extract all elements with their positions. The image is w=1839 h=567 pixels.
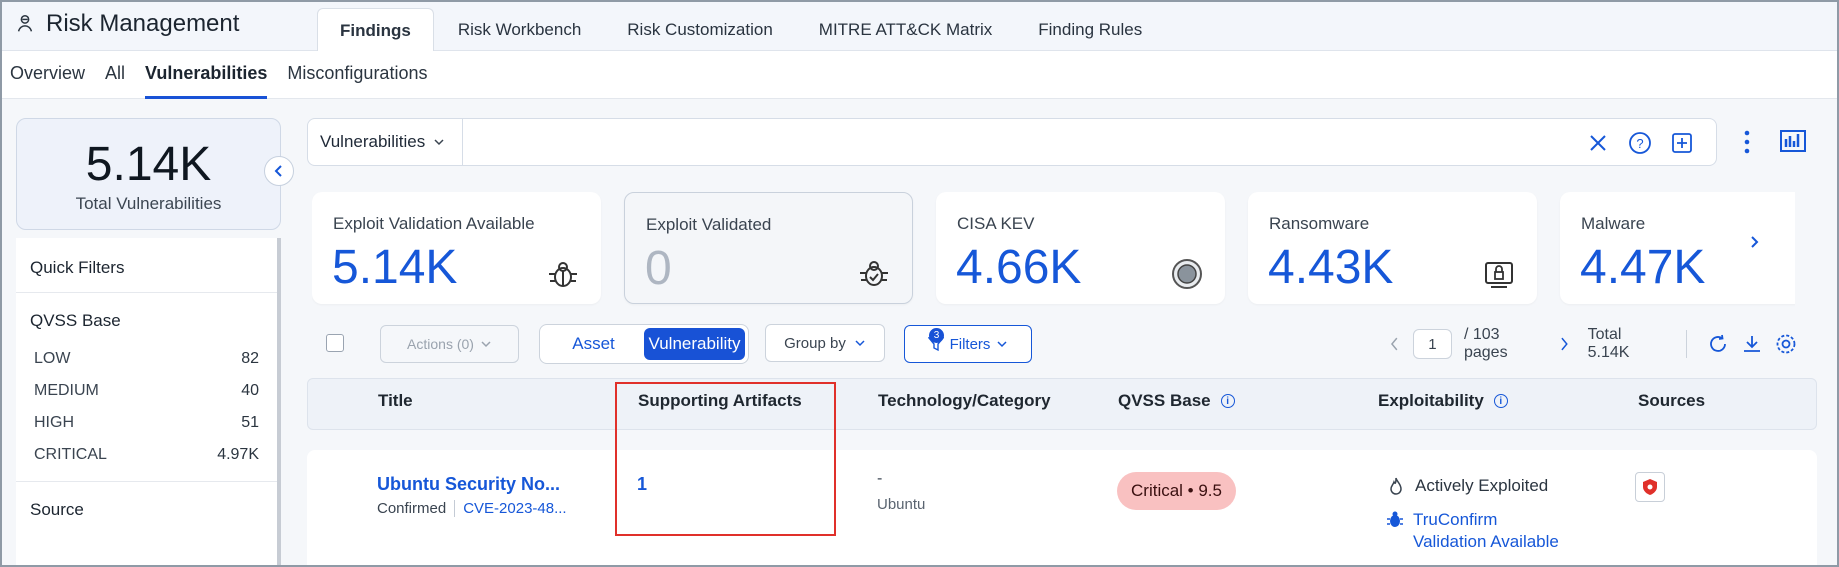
info-icon[interactable]: i [1220, 394, 1235, 408]
shield-icon [1643, 479, 1657, 495]
bug-check-icon [860, 261, 888, 286]
category-value: Ubuntu [877, 496, 926, 513]
add-query-icon[interactable] [1670, 131, 1694, 155]
prev-page-icon[interactable] [1389, 336, 1401, 352]
top-header: Risk Management Findings Risk Workbench … [2, 2, 1837, 51]
more-options-icon[interactable] [1742, 128, 1752, 156]
chevron-right-icon [1751, 236, 1759, 248]
subtab-vulnerabilities[interactable]: Vulnerabilities [145, 63, 268, 99]
group-by-dropdown[interactable]: Group by [765, 324, 885, 362]
stat-cards: Exploit Validation Available 5.14K Explo… [312, 192, 1795, 307]
qvss-badge: Critical • 9.5 [1117, 472, 1236, 510]
total-count: Total 5.14K [1587, 326, 1630, 361]
highlight-box [615, 382, 836, 536]
table-toolbar: Actions (0) Asset Vulnerability Group by… [307, 320, 1797, 366]
cve-link[interactable]: CVE-2023-48... [454, 500, 567, 517]
col-technology-category[interactable]: Technology/Category [878, 391, 1051, 411]
filter-high[interactable]: HIGH 51 [16, 407, 277, 439]
ransomware-icon [1485, 262, 1513, 288]
dashboard-chart-icon[interactable] [1780, 128, 1806, 154]
subtab-overview[interactable]: Overview [10, 63, 85, 99]
collapse-panel-button[interactable] [264, 156, 294, 186]
chevron-down-icon [481, 341, 491, 348]
select-all-checkbox[interactable] [326, 334, 344, 352]
main-tabs: Findings Risk Workbench Risk Customizati… [317, 8, 1166, 51]
col-title[interactable]: Title [378, 391, 413, 411]
app-title: Risk Management [14, 10, 239, 38]
col-exploitability[interactable]: Exploitability i [1378, 391, 1508, 411]
stat-exploit-validated[interactable]: Exploit Validated 0 [624, 192, 913, 304]
flame-icon [1390, 477, 1402, 495]
next-page-icon[interactable] [1558, 336, 1570, 352]
total-value: 5.14K [85, 138, 212, 191]
stats-next-button[interactable] [1739, 227, 1769, 257]
asset-view-button[interactable]: Asset [543, 328, 644, 360]
filter-low[interactable]: LOW 82 [16, 343, 277, 375]
stat-ransomware[interactable]: Ransomware 4.43K [1248, 192, 1537, 304]
filter-medium[interactable]: MEDIUM 40 [16, 375, 277, 407]
table-header: Title Supporting Artifacts Technology/Ca… [307, 378, 1817, 430]
finding-meta: Confirmed CVE-2023-48... [377, 500, 567, 517]
download-icon[interactable] [1741, 333, 1763, 355]
bug-icon [549, 262, 577, 287]
truconfirm-link[interactable]: TruConfirm Validation Available [1387, 510, 1559, 552]
source-shield-icon[interactable] [1635, 472, 1665, 502]
sub-navigation: Overview All Vulnerabilities Misconfigur… [2, 51, 1837, 99]
subtab-misconfigurations[interactable]: Misconfigurations [287, 63, 427, 99]
stat-exploit-validation-available[interactable]: Exploit Validation Available 5.14K [312, 192, 601, 304]
subtab-all[interactable]: All [105, 63, 125, 99]
app-window: Risk Management Findings Risk Workbench … [0, 0, 1839, 567]
col-qvss-base[interactable]: QVSS Base i [1118, 391, 1235, 411]
tab-risk-customization[interactable]: Risk Customization [605, 8, 795, 51]
search-bar[interactable]: Vulnerabilities ? [307, 118, 1717, 166]
actively-exploited: Actively Exploited [1387, 476, 1548, 496]
total-label: Total Vulnerabilities [75, 194, 222, 213]
total-vulnerabilities-card: 5.14K Total Vulnerabilities [16, 118, 281, 230]
chevron-left-icon [274, 165, 282, 177]
tab-finding-rules[interactable]: Finding Rules [1016, 8, 1164, 51]
table-row[interactable]: Ubuntu Security No... Confirmed CVE-2023… [307, 450, 1817, 565]
view-toggle: Asset Vulnerability [539, 324, 749, 364]
page-count: / 103 pages [1463, 326, 1508, 361]
clear-icon[interactable] [1586, 131, 1610, 155]
chevron-down-icon [855, 340, 865, 347]
tab-mitre-matrix[interactable]: MITRE ATT&CK Matrix [797, 8, 1014, 51]
help-icon[interactable]: ? [1628, 131, 1652, 155]
actions-dropdown[interactable]: Actions (0) [380, 325, 519, 363]
info-icon[interactable]: i [1493, 394, 1508, 408]
filter-critical[interactable]: CRITICAL 4.97K [16, 439, 277, 471]
quick-filters-title: Quick Filters [16, 238, 277, 293]
toolbar-divider [1686, 330, 1687, 358]
cisa-seal-icon [1172, 259, 1202, 289]
technology-value: - [877, 470, 883, 487]
col-sources[interactable]: Sources [1638, 391, 1705, 411]
svg-text:?: ? [1636, 136, 1643, 151]
stat-cisa-kev[interactable]: CISA KEV 4.66K [936, 192, 1225, 304]
risk-logo-icon [17, 15, 33, 32]
pagination: 1 / 103 pages Total 5.14K [1389, 326, 1797, 362]
status-text: Confirmed [377, 500, 447, 517]
chevron-down-icon [434, 139, 444, 146]
search-type-select[interactable]: Vulnerabilities [308, 119, 463, 165]
tab-risk-workbench[interactable]: Risk Workbench [436, 8, 603, 51]
refresh-icon[interactable] [1707, 333, 1729, 355]
filters-count-badge: 3 [929, 328, 944, 343]
qvss-filter-title: QVSS Base [30, 311, 121, 330]
app-title-text: Risk Management [46, 10, 240, 37]
tab-findings[interactable]: Findings [317, 8, 434, 51]
quick-filters-panel: Quick Filters QVSS Base LOW 82 MEDIUM 40 H… [16, 238, 281, 565]
bug-icon [1387, 511, 1403, 527]
settings-icon[interactable] [1775, 333, 1797, 355]
chevron-down-icon [997, 341, 1007, 348]
source-filter-title: Source [16, 481, 277, 538]
finding-title-link[interactable]: Ubuntu Security No... [377, 474, 560, 495]
filters-button[interactable]: 3 Filters [904, 325, 1032, 363]
vulnerability-view-button[interactable]: Vulnerability [644, 328, 745, 360]
page-input[interactable]: 1 [1412, 329, 1452, 359]
